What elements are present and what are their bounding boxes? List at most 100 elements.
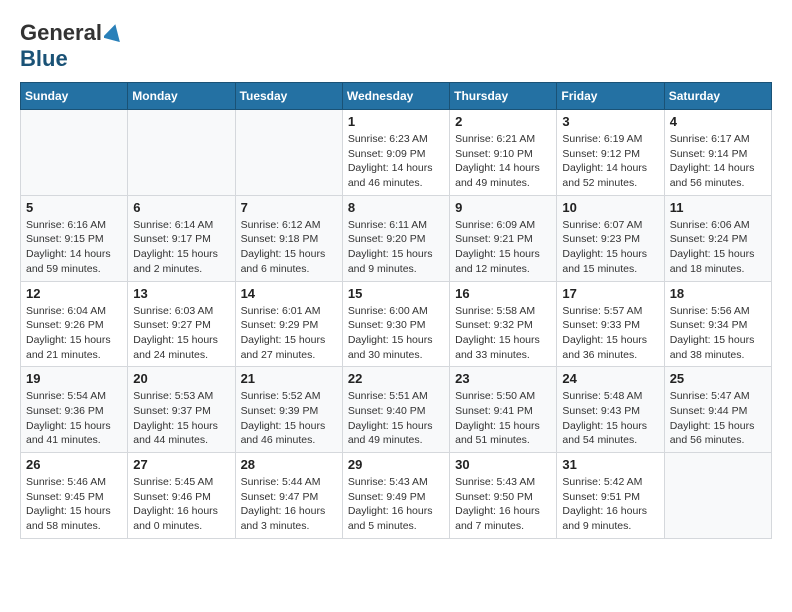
calendar-cell: 29Sunrise: 5:43 AMSunset: 9:49 PMDayligh… (342, 453, 449, 539)
day-info-line: and 51 minutes. (455, 434, 530, 446)
calendar-cell (21, 110, 128, 196)
day-info-line: Sunrise: 5:50 AM (455, 390, 535, 402)
day-info-line: Sunset: 9:18 PM (241, 233, 319, 245)
day-info-line: Daylight: 15 hours (670, 248, 755, 260)
day-info-line: Sunset: 9:32 PM (455, 319, 533, 331)
day-header-wednesday: Wednesday (342, 83, 449, 110)
day-info-line: Daylight: 15 hours (26, 505, 111, 517)
day-number: 6 (133, 200, 229, 215)
day-info-line: and 46 minutes. (241, 434, 316, 446)
day-info-line: Sunset: 9:20 PM (348, 233, 426, 245)
day-info-line: Daylight: 15 hours (133, 334, 218, 346)
calendar-cell (128, 110, 235, 196)
day-info-line: Sunrise: 5:43 AM (455, 476, 535, 488)
day-info-line: Sunset: 9:45 PM (26, 491, 104, 503)
day-info-line: Sunrise: 6:11 AM (348, 219, 427, 231)
day-info-line: Sunset: 9:37 PM (133, 405, 211, 417)
day-info-line: Sunset: 9:10 PM (455, 148, 533, 160)
week-row-1: 5Sunrise: 6:16 AMSunset: 9:15 PMDaylight… (21, 195, 772, 281)
day-info-line: Sunrise: 5:57 AM (562, 305, 642, 317)
calendar-cell: 19Sunrise: 5:54 AMSunset: 9:36 PMDayligh… (21, 367, 128, 453)
day-info-line: Sunset: 9:36 PM (26, 405, 104, 417)
day-info-line: and 5 minutes. (348, 520, 417, 532)
calendar-cell: 18Sunrise: 5:56 AMSunset: 9:34 PMDayligh… (664, 281, 771, 367)
calendar-cell: 6Sunrise: 6:14 AMSunset: 9:17 PMDaylight… (128, 195, 235, 281)
week-row-3: 19Sunrise: 5:54 AMSunset: 9:36 PMDayligh… (21, 367, 772, 453)
day-info-line: Daylight: 14 hours (348, 162, 433, 174)
day-info-line: Sunrise: 5:48 AM (562, 390, 642, 402)
day-info-line: and 44 minutes. (133, 434, 208, 446)
day-info-line: Sunset: 9:24 PM (670, 233, 748, 245)
day-info-line: and 41 minutes. (26, 434, 101, 446)
day-info-line: Sunrise: 5:44 AM (241, 476, 321, 488)
day-info-line: and 21 minutes. (26, 349, 101, 361)
day-info-line: Daylight: 15 hours (455, 248, 540, 260)
day-info-line: Daylight: 15 hours (133, 248, 218, 260)
day-info-line: and 7 minutes. (455, 520, 524, 532)
day-info-line: and 30 minutes. (348, 349, 423, 361)
day-info-line: Sunrise: 5:47 AM (670, 390, 750, 402)
day-info: Sunrise: 5:45 AMSunset: 9:46 PMDaylight:… (133, 475, 229, 534)
day-info-line: Sunrise: 5:42 AM (562, 476, 642, 488)
day-info: Sunrise: 6:04 AMSunset: 9:26 PMDaylight:… (26, 304, 122, 363)
day-number: 29 (348, 457, 444, 472)
calendar-table: SundayMondayTuesdayWednesdayThursdayFrid… (20, 82, 772, 539)
day-number: 5 (26, 200, 122, 215)
day-info-line: and 0 minutes. (133, 520, 202, 532)
day-info-line: Daylight: 15 hours (670, 420, 755, 432)
day-info-line: Daylight: 15 hours (455, 420, 540, 432)
day-info-line: and 58 minutes. (26, 520, 101, 532)
day-header-friday: Friday (557, 83, 664, 110)
day-info-line: Sunset: 9:27 PM (133, 319, 211, 331)
day-info-line: Sunset: 9:12 PM (562, 148, 640, 160)
day-info-line: Daylight: 14 hours (670, 162, 755, 174)
day-info-line: Sunset: 9:29 PM (241, 319, 319, 331)
day-info-line: Daylight: 15 hours (241, 420, 326, 432)
day-info-line: Daylight: 15 hours (26, 334, 111, 346)
day-info-line: Daylight: 14 hours (455, 162, 540, 174)
day-info-line: Sunset: 9:26 PM (26, 319, 104, 331)
day-info-line: and 9 minutes. (562, 520, 631, 532)
day-info-line: and 15 minutes. (562, 263, 637, 275)
day-header-sunday: Sunday (21, 83, 128, 110)
day-info-line: Sunrise: 5:46 AM (26, 476, 106, 488)
day-number: 4 (670, 114, 766, 129)
day-info: Sunrise: 6:11 AMSunset: 9:20 PMDaylight:… (348, 218, 444, 277)
day-number: 8 (348, 200, 444, 215)
day-info-line: Daylight: 15 hours (241, 334, 326, 346)
calendar-cell: 30Sunrise: 5:43 AMSunset: 9:50 PMDayligh… (450, 453, 557, 539)
day-info-line: Sunset: 9:50 PM (455, 491, 533, 503)
day-info-line: Sunset: 9:09 PM (348, 148, 426, 160)
day-info-line: Sunrise: 5:58 AM (455, 305, 535, 317)
calendar-cell: 8Sunrise: 6:11 AMSunset: 9:20 PMDaylight… (342, 195, 449, 281)
day-header-saturday: Saturday (664, 83, 771, 110)
day-header-tuesday: Tuesday (235, 83, 342, 110)
calendar-cell: 21Sunrise: 5:52 AMSunset: 9:39 PMDayligh… (235, 367, 342, 453)
day-info-line: Daylight: 16 hours (562, 505, 647, 517)
calendar-cell: 15Sunrise: 6:00 AMSunset: 9:30 PMDayligh… (342, 281, 449, 367)
day-number: 27 (133, 457, 229, 472)
day-info-line: Daylight: 14 hours (562, 162, 647, 174)
day-info: Sunrise: 5:58 AM Sunset: 9:32 PM Daylight:… (455, 304, 551, 363)
day-info: Sunrise: 6:19 AMSunset: 9:12 PMDaylight:… (562, 132, 658, 191)
day-number: 26 (26, 457, 122, 472)
day-info-line: and 6 minutes. (241, 263, 310, 275)
day-info: Sunrise: 5:47 AM Sunset: 9:44 PM Daylight:… (670, 389, 766, 448)
week-row-2: 12Sunrise: 6:04 AMSunset: 9:26 PMDayligh… (21, 281, 772, 367)
calendar-cell (664, 453, 771, 539)
day-number: 1 (348, 114, 444, 129)
day-info: Sunrise: 6:23 AMSunset: 9:09 PMDaylight:… (348, 132, 444, 191)
day-info-line: Daylight: 15 hours (562, 248, 647, 260)
week-row-4: 26 Sunrise: 5:46 AM Sunset: 9:45 PM Dayligh… (21, 453, 772, 539)
day-number: 20 (133, 371, 229, 386)
day-number: 9 (455, 200, 551, 215)
day-info-line: Sunset: 9:49 PM (348, 491, 426, 503)
day-info-line: Sunset: 9:44 PM (670, 405, 748, 417)
day-info-line: Daylight: 15 hours (455, 334, 540, 346)
calendar-cell: 2Sunrise: 6:21 AMSunset: 9:10 PMDaylight… (450, 110, 557, 196)
calendar-cell: 24Sunrise: 5:48 AMSunset: 9:43 PMDayligh… (557, 367, 664, 453)
header-row: SundayMondayTuesdayWednesdayThursdayFrid… (21, 83, 772, 110)
day-info-line: Sunset: 9:43 PM (562, 405, 640, 417)
calendar-cell: 28Sunrise: 5:44 AMSunset: 9:47 PMDayligh… (235, 453, 342, 539)
day-info-line: Daylight: 15 hours (241, 248, 326, 260)
